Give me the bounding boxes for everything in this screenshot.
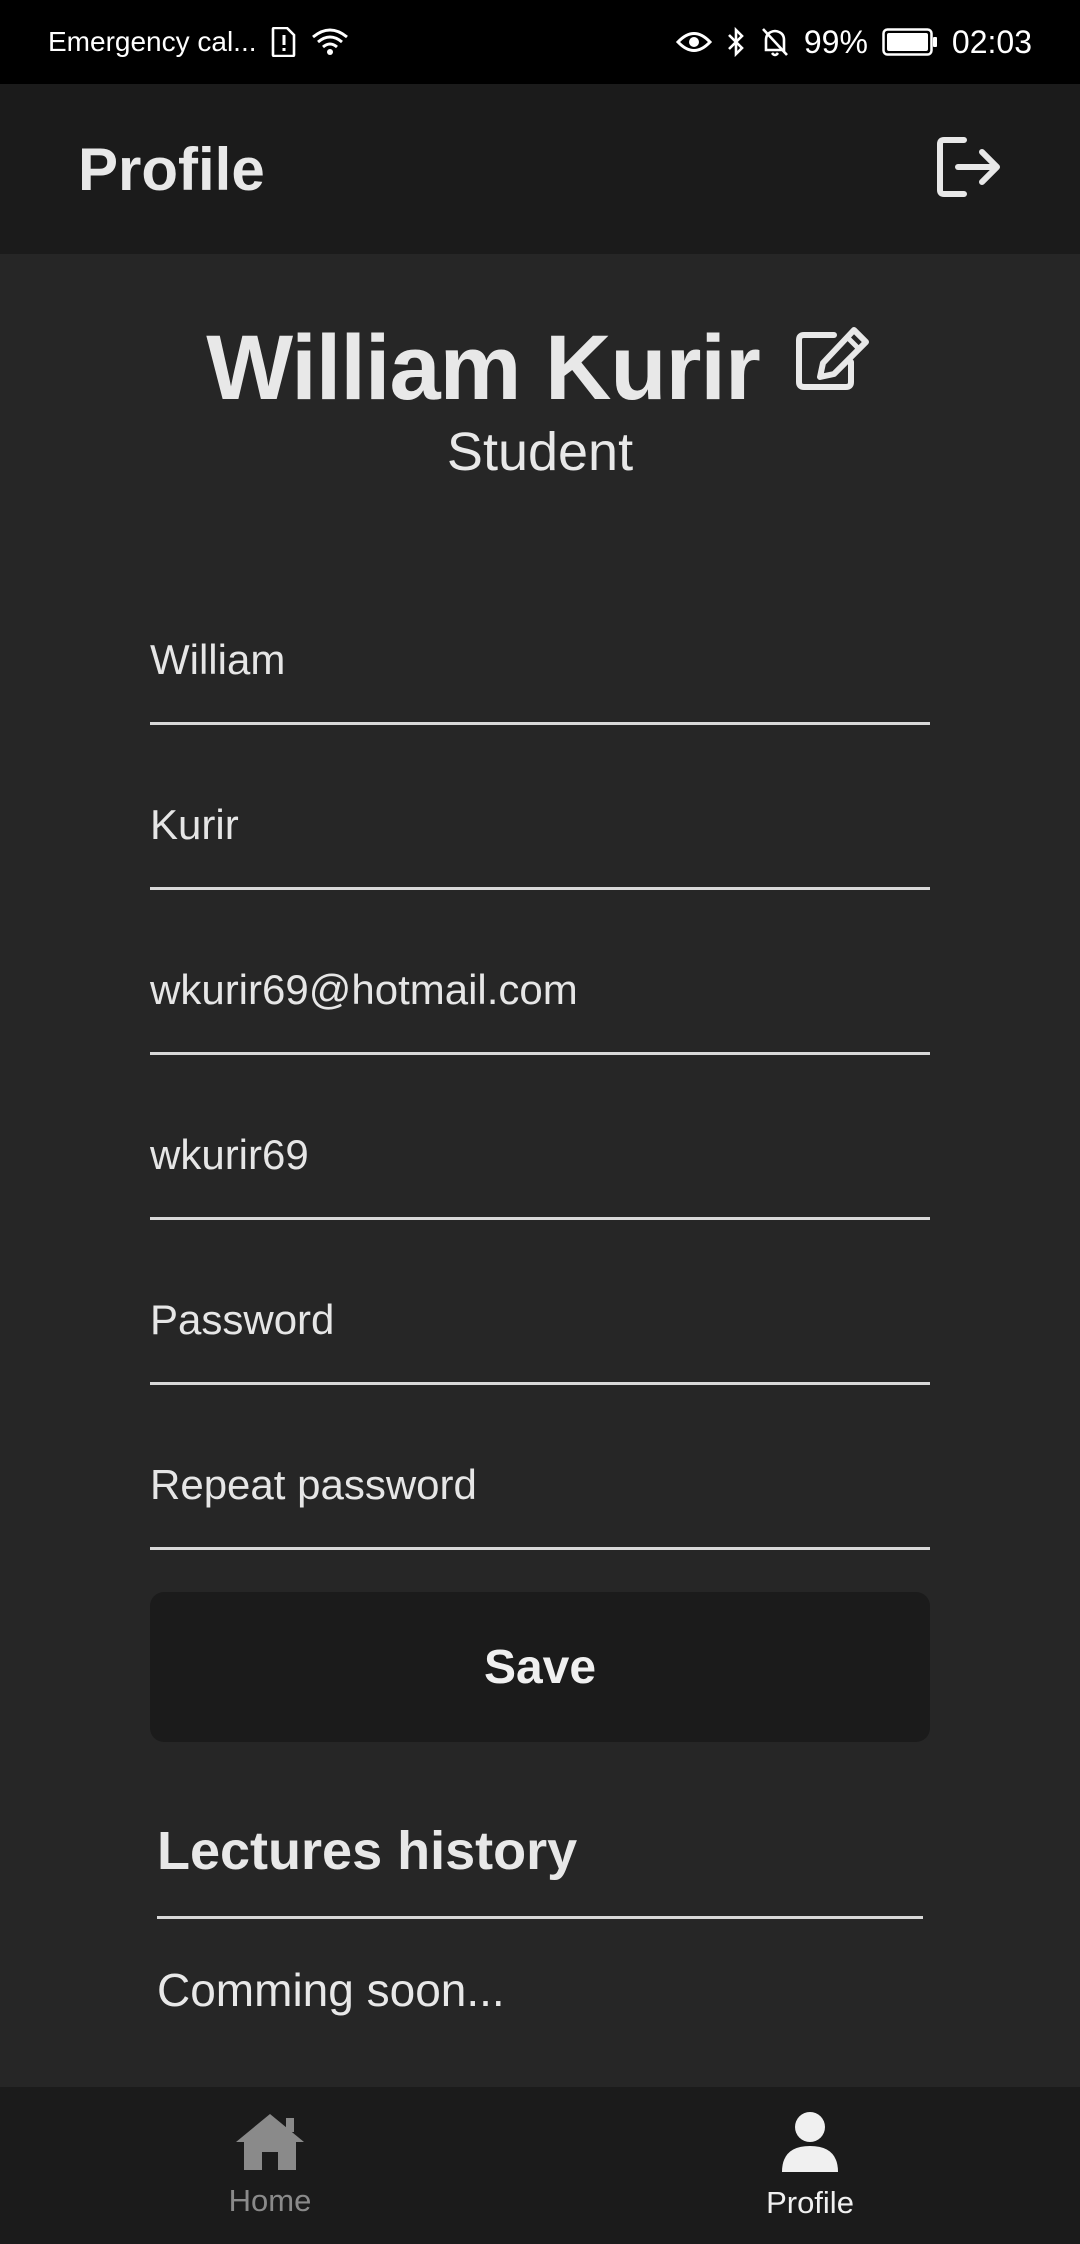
person-icon bbox=[780, 2110, 840, 2179]
app-bar: Profile bbox=[0, 84, 1080, 254]
profile-form bbox=[150, 560, 930, 1550]
page-title: Profile bbox=[78, 135, 265, 203]
lectures-history-section: Lectures history Comming soon... bbox=[157, 1820, 923, 2017]
wifi-icon bbox=[311, 27, 349, 57]
profile-header: William Kurir Student bbox=[0, 316, 1080, 483]
last-name-field-container bbox=[150, 725, 930, 890]
battery-icon bbox=[882, 28, 938, 56]
username-input[interactable] bbox=[150, 1131, 930, 1179]
profile-screen: Emergency cal... 99% 02:03 Profile Willi… bbox=[0, 0, 1080, 2244]
email-input[interactable] bbox=[150, 966, 930, 1014]
sim-alert-icon bbox=[271, 27, 297, 57]
password-field-container bbox=[150, 1220, 930, 1385]
first-name-input[interactable] bbox=[150, 636, 930, 684]
first-name-field-container bbox=[150, 560, 930, 725]
edit-icon bbox=[794, 326, 870, 397]
home-icon bbox=[234, 2112, 306, 2177]
lectures-history-title: Lectures history bbox=[157, 1820, 923, 1919]
status-right: 99% 02:03 bbox=[675, 23, 1032, 61]
nav-profile[interactable]: Profile bbox=[540, 2087, 1080, 2244]
name-row: William Kurir bbox=[0, 316, 1080, 421]
clock: 02:03 bbox=[951, 23, 1032, 60]
user-role: Student bbox=[446, 422, 634, 482]
eye-icon bbox=[675, 29, 712, 55]
logout-icon bbox=[936, 136, 1004, 203]
full-name: William Kurir bbox=[206, 317, 761, 419]
edit-profile-button[interactable] bbox=[790, 320, 874, 404]
username-field-container bbox=[150, 1055, 930, 1220]
password-input[interactable] bbox=[150, 1296, 930, 1344]
email-field-container bbox=[150, 890, 930, 1055]
logout-button[interactable] bbox=[930, 129, 1010, 209]
bell-off-icon bbox=[760, 26, 790, 58]
nav-profile-label: Profile bbox=[766, 2185, 854, 2220]
bottom-navigation: Home Profile bbox=[0, 2087, 1080, 2244]
status-bar: Emergency cal... 99% 02:03 bbox=[0, 0, 1080, 84]
lectures-empty-text: Comming soon... bbox=[157, 1964, 505, 2016]
battery-percent: 99% bbox=[803, 23, 868, 60]
status-left: Emergency cal... bbox=[48, 26, 349, 58]
nav-home[interactable]: Home bbox=[0, 2087, 540, 2244]
save-button[interactable]: Save bbox=[150, 1592, 930, 1742]
bluetooth-icon bbox=[726, 26, 746, 58]
repeat-password-field-container bbox=[150, 1385, 930, 1550]
carrier-text: Emergency cal... bbox=[48, 26, 257, 57]
repeat-password-input[interactable] bbox=[150, 1461, 930, 1509]
nav-home-label: Home bbox=[228, 2183, 312, 2218]
last-name-input[interactable] bbox=[150, 801, 930, 849]
